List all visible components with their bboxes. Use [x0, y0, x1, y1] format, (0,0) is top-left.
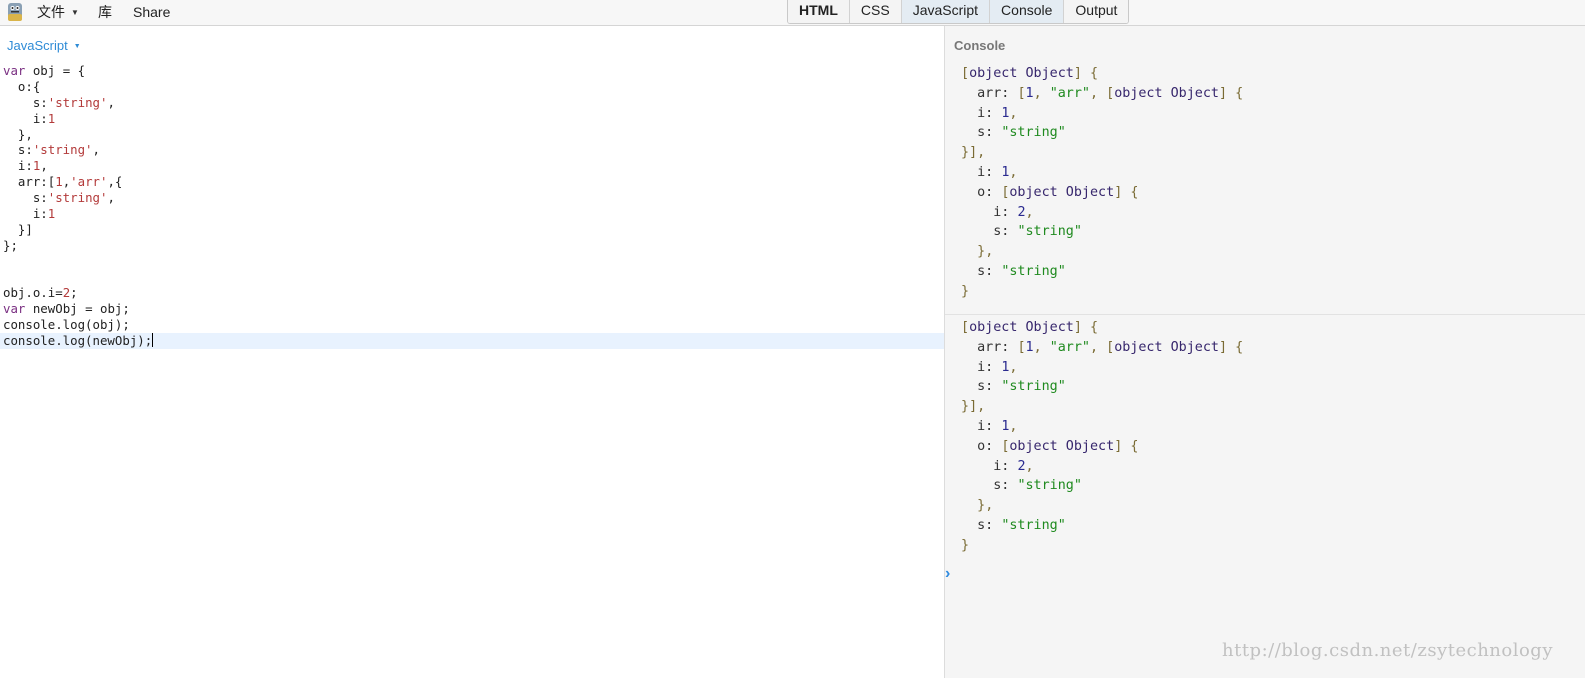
watermark: http://blog.csdn.net/zsytechnology [1222, 640, 1553, 661]
console-log-line: i: 1, [961, 418, 1018, 434]
code-line[interactable]: }, [0, 127, 944, 143]
console-log-line: i: 1, [961, 359, 1018, 375]
code-line[interactable]: console.log(newObj); [0, 333, 944, 350]
console-log-line: [object Object] { [961, 320, 1099, 335]
code-line[interactable]: i:1, [0, 158, 944, 174]
console-log-line: }, [977, 498, 994, 514]
console-title: Console [954, 38, 1006, 53]
text-cursor [152, 333, 154, 348]
caret-down-icon: ▼ [73, 43, 81, 50]
console-log-line: o: [object Object] { [961, 438, 1139, 454]
tab-javascript[interactable]: JavaScript [900, 0, 990, 23]
console-log-line: }], [961, 399, 986, 415]
caret-down-icon: ▼ [71, 8, 79, 17]
console-log-line: } [961, 283, 970, 299]
console-log-line: s: "string" [961, 263, 1066, 279]
tab-css[interactable]: CSS [848, 0, 901, 23]
code-line[interactable]: i:1 [0, 111, 944, 127]
console-log-line: i: 1, [961, 164, 1018, 180]
console-log-line: } [961, 537, 970, 553]
code-editor[interactable]: var obj = { o:{ s:'string', i:1 }, s:'st… [0, 63, 944, 350]
code-line[interactable]: s:'string', [0, 95, 944, 111]
file-menu-label: 文件 [37, 4, 65, 20]
code-line[interactable]: ​ [0, 254, 944, 270]
library-menu[interactable]: 库 [98, 2, 112, 22]
console-log-line: s: "string" [961, 125, 1066, 141]
tab-console[interactable]: Console [989, 0, 1064, 23]
console-log-line: arr: [1, "arr", [object Object] { [961, 339, 1244, 355]
language-select[interactable]: JavaScript ▼ [7, 38, 81, 53]
tab-output[interactable]: Output [1063, 0, 1129, 23]
code-line[interactable]: ​ [0, 270, 944, 286]
code-line[interactable]: }; [0, 238, 944, 254]
file-menu[interactable]: 文件 ▼ [37, 2, 79, 22]
console-log-line: s: "string" [961, 224, 1082, 240]
code-line[interactable]: console.log(obj); [0, 317, 944, 333]
console-log-line: arr: [1, "arr", [object Object] { [961, 85, 1244, 101]
code-line[interactable]: o:{ [0, 79, 944, 95]
console-log-entry: [object Object] { arr: [1, "arr", [objec… [945, 314, 1585, 556]
code-line[interactable]: s:'string', [0, 142, 944, 158]
chevron-right-icon[interactable]: › [945, 565, 950, 583]
code-line[interactable]: }] [0, 222, 944, 238]
javascript-editor-panel[interactable]: JavaScript ▼ var obj = { o:{ s:'string', … [0, 26, 945, 678]
code-line[interactable]: var obj = { [0, 63, 944, 79]
code-line[interactable]: var newObj = obj; [0, 301, 944, 317]
console-log-line: i: 2, [961, 458, 1034, 474]
console-log-line: i: 2, [961, 204, 1034, 220]
language-label: JavaScript [7, 38, 68, 53]
share-menu[interactable]: Share [133, 2, 170, 22]
jsbin-logo-icon[interactable] [5, 1, 25, 23]
code-line[interactable]: obj.o.i=2; [0, 285, 944, 301]
console-log-line: s: "string" [961, 478, 1082, 494]
console-log-line: }, [977, 244, 994, 260]
panel-tabs: HTML CSS JavaScript Console Output [787, 0, 1130, 24]
console-log-line: i: 1, [961, 105, 1018, 121]
code-line[interactable]: i:1 [0, 206, 944, 222]
console-log-line: [object Object] { [961, 66, 1099, 81]
code-line[interactable]: arr:[1,'arr',{ [0, 174, 944, 190]
top-menu-bar: 文件 ▼ 库 Share HTML CSS JavaScript Console … [0, 0, 1585, 26]
console-panel: Console [object Object] { arr: [1, "arr"… [945, 26, 1585, 678]
code-line[interactable]: s:'string', [0, 190, 944, 206]
console-log-line: o: [object Object] { [961, 184, 1139, 200]
console-log-line: s: "string" [961, 379, 1066, 395]
console-log-entry: [object Object] { arr: [1, "arr", [objec… [945, 64, 1585, 302]
console-log-line: s: "string" [961, 517, 1066, 533]
tab-html[interactable]: HTML [788, 0, 849, 23]
console-log-line: }], [961, 145, 986, 161]
